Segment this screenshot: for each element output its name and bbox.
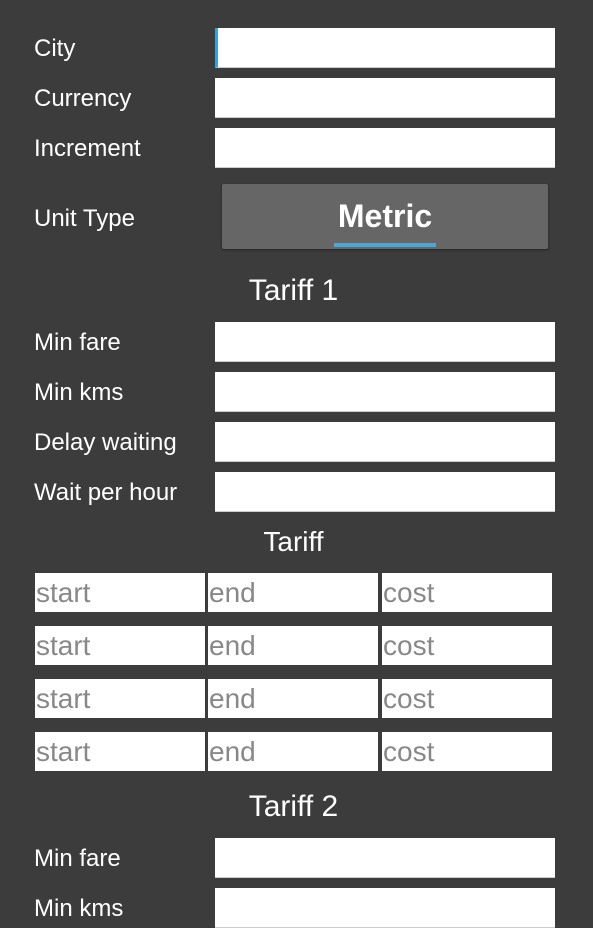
tariff1-wait-per-hour-input[interactable] <box>215 472 555 512</box>
increment-label: Increment <box>34 135 141 162</box>
tariff-start-input[interactable] <box>35 679 205 718</box>
tariff1-min-fare-label: Min fare <box>34 329 121 356</box>
tariff-cost-input[interactable] <box>382 732 552 771</box>
tariff-start-input[interactable] <box>35 732 205 771</box>
unit-type-value: Metric <box>337 198 433 234</box>
tariff1-min-kms-input[interactable] <box>215 372 555 412</box>
tariff1-delay-waiting-label: Delay waiting <box>34 429 177 456</box>
toggle-indicator <box>334 243 436 247</box>
tariff1-min-fare-input[interactable] <box>215 322 555 362</box>
city-label: City <box>34 35 76 62</box>
tariff-cost-input[interactable] <box>382 679 552 718</box>
tariff2-heading: Tariff 2 <box>248 790 339 823</box>
tariff-cost-input[interactable] <box>382 626 552 665</box>
increment-input[interactable] <box>215 128 555 168</box>
tariff-end-input[interactable] <box>208 732 378 771</box>
tariff2-min-kms-label: Min kms <box>34 895 124 922</box>
tariff1-heading: Tariff 1 <box>248 274 339 307</box>
tariff1-delay-waiting-input[interactable] <box>215 422 555 462</box>
currency-input[interactable] <box>215 78 555 118</box>
tariff1-wait-per-hour-label: Wait per hour <box>34 479 178 506</box>
unit-type-toggle-button[interactable]: Metric <box>222 184 548 249</box>
tariff-table-heading: Tariff <box>263 526 324 557</box>
city-input[interactable] <box>215 28 555 68</box>
tariff2-min-kms-input[interactable] <box>215 888 555 928</box>
unit-type-label: Unit Type <box>34 205 135 232</box>
tariff-start-input[interactable] <box>35 626 205 665</box>
currency-label: Currency <box>34 85 132 112</box>
tariff2-min-fare-label: Min fare <box>34 845 121 872</box>
tariff-end-input[interactable] <box>208 573 378 612</box>
tariff-cost-input[interactable] <box>382 573 552 612</box>
tariff-end-input[interactable] <box>208 626 378 665</box>
tariff-end-input[interactable] <box>208 679 378 718</box>
tariff-start-input[interactable] <box>35 573 205 612</box>
tariff1-min-kms-label: Min kms <box>34 379 124 406</box>
tariff2-min-fare-input[interactable] <box>215 838 555 878</box>
